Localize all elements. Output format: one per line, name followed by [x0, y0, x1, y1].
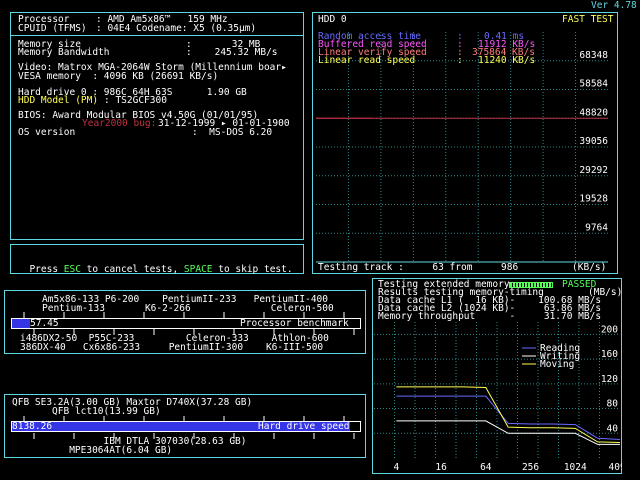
series-moving-line [396, 386, 621, 444]
cpu-benchmark-value: 57.45 [30, 318, 59, 329]
divider [11, 35, 303, 36]
y-tick-label: 48820 [579, 107, 608, 118]
space-key: SPACE [183, 264, 213, 275]
linear-read-value: 11240 KB/s [478, 55, 536, 66]
memory-bandwidth-label: Memory Bandwidth [18, 47, 110, 58]
y-tick-label: 39056 [579, 136, 608, 147]
y2k-label: Year2000 bug: [82, 118, 157, 129]
y-tick-label: 9764 [585, 222, 608, 233]
x-tick-label: 256 [522, 462, 539, 473]
y-tick-label: 40 [607, 423, 619, 434]
os-value: : MS-DOS 6.20 [192, 127, 273, 138]
y-tick-label: 29292 [579, 165, 608, 176]
hd-benchmark-label: Hard drive speed [258, 421, 350, 432]
hdd-model-label: HDD Model (PM) [18, 95, 99, 106]
y-tick-label: 19528 [579, 194, 608, 205]
y-tick-label: 80 [607, 399, 619, 410]
fast-test-label: FAST TEST [562, 14, 614, 25]
testing-track-status: Testing track : 63 from 986 [318, 262, 519, 273]
cpuid-label: CPUID (TFMS) [18, 23, 87, 34]
hdd-model-value: : TS2GCF300 [104, 95, 167, 106]
y-tick-label: 58584 [579, 79, 608, 90]
version-label: Ver 4.78 [591, 0, 637, 11]
x-tick-label: 16 [435, 462, 447, 473]
hint-cancel: to cancel tests, [80, 264, 184, 275]
cpu-benchmark-label: Processor benchmark [240, 318, 349, 329]
hd-benchmark-value: 8138.26 [12, 421, 53, 432]
esc-key: ESC [63, 264, 81, 275]
y-tick-label: 68348 [579, 50, 608, 61]
legend-label: Moving [540, 359, 574, 370]
memory-throughput-line: Memory throughput - 31.70 MB/s [378, 311, 602, 322]
hd-label-row-2: QFB lct10(13.99 GB) [12, 406, 161, 417]
hint-skip: to skip test. [212, 264, 293, 275]
vesa-line: VESA memory : 4096 KB (26691 KB/s) [18, 71, 219, 82]
hd-label-row-4: MPE3064AT(6.04 GB) [12, 445, 173, 456]
hdd-unit-label: (KB/s) [572, 262, 607, 273]
hint-text: Press ESC to cancel tests, SPACE to skip… [18, 255, 293, 275]
cpu-benchmark-bar [12, 319, 31, 328]
x-tick-label: 4096 [609, 462, 622, 473]
cpu-label-row-4: 386DX-40 Cx6x86-233 PentiumII-300 K6-III… [20, 342, 324, 353]
series-writing-line [396, 420, 620, 445]
cpu-label-row-2: Pentium-133 K6-2-266 Celeron-500 [42, 303, 334, 314]
cpuid-value: : 04E4 Codename: X5 (0.35µm) [96, 23, 257, 34]
y-tick-label: 120 [601, 374, 618, 385]
hint-press: Press [29, 264, 64, 275]
linear-read-sep: : [457, 55, 463, 66]
y-tick-label: 160 [601, 349, 618, 360]
x-tick-label: 4 [393, 462, 399, 473]
hdd-test-title: HDD 0 [318, 14, 347, 25]
os-label: OS version [18, 127, 76, 138]
memory-bandwidth-value: : 245.32 MB/s [186, 47, 278, 58]
y-tick-label: 200 [601, 324, 618, 335]
linear-read-label: Linear read speed [318, 55, 416, 66]
x-tick-label: 64 [480, 462, 492, 473]
x-tick-label: 1024 [564, 462, 587, 473]
